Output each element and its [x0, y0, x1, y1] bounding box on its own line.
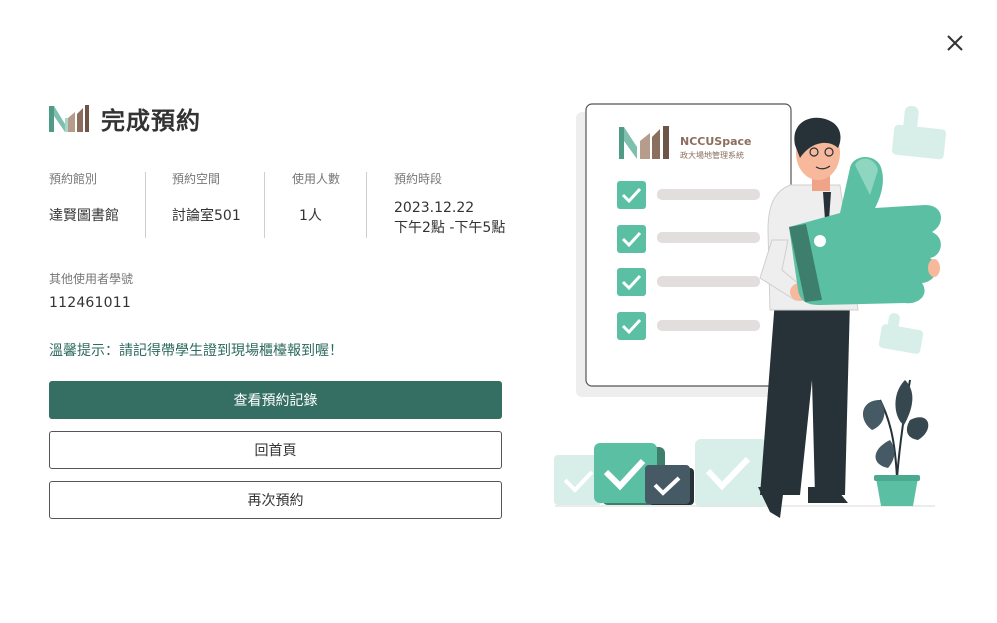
people-field: 使用人數 1人 [292, 172, 366, 238]
space-value: 討論室501 [172, 208, 241, 224]
big-thumbs-up-icon [789, 156, 942, 305]
people-value: 1人 [299, 208, 322, 224]
other-users-field: 其他使用者學號 112461011 [49, 270, 133, 311]
people-label: 使用人數 [292, 172, 341, 186]
plant-icon [862, 379, 929, 506]
time-value: 2023.12.22 下午2點 -下午5點 [394, 198, 505, 238]
divider [366, 172, 367, 238]
time-date: 2023.12.22 [394, 200, 475, 216]
other-users-value: 112461011 [49, 295, 131, 311]
home-button[interactable]: 回首頁 [49, 431, 502, 469]
space-label: 預約空間 [172, 172, 221, 186]
dialog-header: 完成預約 [49, 100, 502, 136]
page-title: 完成預約 [101, 106, 201, 135]
close-icon[interactable] [941, 29, 969, 57]
time-label: 預約時段 [394, 172, 443, 186]
nccuspace-logo-icon [49, 105, 89, 132]
divider [264, 172, 265, 238]
library-field: 預約館別 達賢圖書館 [49, 172, 145, 238]
brand-name: NCCUSpace [680, 135, 751, 148]
book-again-button[interactable]: 再次預約 [49, 481, 502, 519]
booking-summary: 完成預約 預約館別 達賢圖書館 預約空間 討論室501 使用人數 1人 預約時段… [49, 100, 505, 519]
booking-details: 預約館別 達賢圖書館 預約空間 討論室501 使用人數 1人 預約時段 2023… [49, 172, 509, 238]
library-value: 達賢圖書館 [49, 208, 119, 224]
library-label: 預約館別 [49, 172, 98, 186]
time-field: 預約時段 2023.12.22 下午2點 -下午5點 [394, 172, 514, 238]
brand-subtitle: 政大場地管理系統 [680, 150, 744, 160]
view-records-button[interactable]: 查看預約記錄 [49, 381, 502, 419]
other-users-label: 其他使用者學號 [49, 272, 134, 286]
reminder-text: 溫馨提示：請記得帶學生證到現場櫃檯報到喔！ [49, 343, 343, 359]
divider [145, 172, 146, 238]
ground-check-boxes [554, 439, 935, 507]
success-illustration: NCCUSpace 政大場地管理系統 [554, 103, 947, 518]
space-field: 預約空間 討論室501 [172, 172, 264, 238]
time-range: 下午2點 -下午5點 [394, 220, 506, 236]
